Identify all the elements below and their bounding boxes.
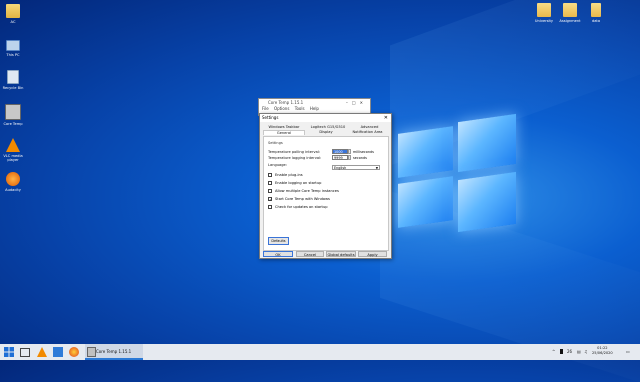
taskbar-app-label: Core Temp 1.15.1 bbox=[96, 349, 132, 354]
logging-interval-input[interactable]: 9999 bbox=[332, 155, 348, 160]
core-temp-icon bbox=[5, 104, 21, 120]
close-icon[interactable]: ✕ bbox=[384, 114, 388, 122]
taskbar-app-core-temp[interactable]: Core Temp 1.15.1 bbox=[85, 344, 143, 360]
desktop-icon-data[interactable]: data bbox=[583, 3, 609, 23]
desktop-icon-label: Assignment bbox=[559, 19, 581, 23]
language-label: Language: bbox=[268, 163, 287, 167]
dialog-title: Settings bbox=[262, 115, 279, 120]
enable-logging-checkbox[interactable] bbox=[268, 181, 272, 185]
start-with-windows-label: Start Core Temp with Windows bbox=[275, 197, 330, 201]
general-tab-panel: Settings Temperature polling interval: 1… bbox=[263, 136, 389, 251]
file-icon bbox=[591, 3, 601, 17]
task-view-icon[interactable] bbox=[20, 348, 30, 357]
menu-help[interactable]: Help bbox=[310, 106, 319, 111]
polling-unit-label: milliseconds bbox=[353, 150, 374, 154]
desktop-icon-label: data bbox=[591, 19, 601, 23]
ok-button[interactable]: OK bbox=[263, 251, 293, 257]
cancel-button[interactable]: Cancel bbox=[296, 251, 324, 257]
menu-bar: File Options Tools Help bbox=[259, 106, 370, 112]
recycle-bin-icon bbox=[7, 70, 19, 84]
menu-options[interactable]: Options bbox=[274, 106, 289, 111]
desktop-icon-audacity[interactable]: Audacity bbox=[0, 172, 26, 192]
desktop-icon-label: University bbox=[534, 19, 554, 23]
user-folder-icon bbox=[6, 4, 20, 18]
tab-notification-area[interactable]: Notification Area bbox=[347, 130, 388, 135]
clock[interactable]: 01:22 25/06/2020 bbox=[592, 346, 613, 356]
settings-group-label: Settings bbox=[268, 141, 283, 145]
desktop-icon-label: Core Temp bbox=[3, 122, 23, 126]
enable-plugins-label: Enable plug-ins bbox=[275, 173, 303, 177]
vlc-icon bbox=[6, 138, 20, 152]
photos-icon[interactable] bbox=[53, 347, 63, 357]
chevron-down-icon: ▼ bbox=[375, 166, 378, 170]
computer-icon bbox=[6, 40, 20, 51]
volume-icon[interactable]: ♫ bbox=[584, 349, 588, 354]
start-icon[interactable] bbox=[4, 347, 14, 357]
check-updates-label: Check for updates on startup bbox=[275, 205, 328, 209]
taskbar: Core Temp 1.15.1 ^ 26 ▤ ♫ 01:22 25/06/20… bbox=[0, 344, 640, 360]
menu-tools[interactable]: Tools bbox=[295, 106, 305, 111]
window-titlebar[interactable]: Core Temp 1.15.1 –□✕ bbox=[259, 99, 370, 106]
desktop-icon-university[interactable]: University bbox=[531, 3, 557, 23]
defaults-button[interactable]: Defaults bbox=[268, 237, 289, 245]
logging-unit-label: seconds bbox=[353, 156, 367, 160]
menu-file[interactable]: File bbox=[262, 106, 269, 111]
settings-dialog[interactable]: Settings ✕ Windows Taskbar Logitech G15/… bbox=[259, 113, 392, 259]
tab-display[interactable]: Display bbox=[305, 130, 347, 135]
desktop-icon-label: This PC bbox=[6, 53, 20, 57]
allow-multiple-instances-label: Allow multiple Core Temp instances bbox=[275, 189, 339, 193]
desktop-icon-label: Audacity bbox=[5, 188, 21, 192]
polling-interval-input[interactable]: 1000 bbox=[332, 149, 348, 154]
enable-logging-label: Enable logging on startup bbox=[275, 181, 322, 185]
notifications-icon[interactable]: ▭ bbox=[626, 349, 630, 354]
network-icon[interactable]: ▤ bbox=[577, 349, 581, 354]
windows-logo bbox=[398, 113, 516, 233]
tab-general[interactable]: General bbox=[263, 130, 305, 135]
tray-app-icon[interactable] bbox=[560, 349, 563, 354]
desktop-icon-this-pc[interactable]: This PC bbox=[0, 40, 26, 57]
global-defaults-button[interactable]: Global defaults bbox=[326, 251, 356, 257]
desktop-icon-label: AC bbox=[10, 20, 16, 24]
window-controls[interactable]: –□✕ bbox=[346, 99, 367, 106]
language-select[interactable]: English ▼ bbox=[332, 165, 380, 170]
desktop-icon-label: Recycle Bin bbox=[2, 86, 24, 90]
core-temp-icon bbox=[87, 347, 96, 357]
tab-row-bottom: General Display Notification Area bbox=[263, 130, 388, 135]
language-value: English bbox=[334, 166, 347, 170]
desktop-icon-vlc[interactable]: VLC media player bbox=[0, 138, 26, 162]
tray-temperature[interactable]: 26 bbox=[567, 349, 572, 354]
polling-interval-spinner[interactable] bbox=[348, 149, 351, 154]
audacity-icon bbox=[6, 172, 20, 186]
desktop-icon-core-temp[interactable]: Core Temp bbox=[0, 104, 26, 126]
dialog-titlebar[interactable]: Settings ✕ bbox=[260, 114, 391, 122]
folder-icon bbox=[563, 3, 577, 17]
allow-multiple-instances-checkbox[interactable] bbox=[268, 189, 272, 193]
start-with-windows-checkbox[interactable]: ✓ bbox=[268, 197, 272, 202]
folder-icon bbox=[537, 3, 551, 17]
vlc-taskbar-icon[interactable] bbox=[37, 347, 47, 357]
browser-icon[interactable] bbox=[69, 347, 79, 357]
desktop-icon-assignment[interactable]: Assignment bbox=[557, 3, 583, 23]
apply-button[interactable]: Apply bbox=[358, 251, 387, 257]
desktop-icon-recycle-bin[interactable]: Recycle Bin bbox=[0, 70, 26, 90]
desktop-icon-ac[interactable]: AC bbox=[0, 4, 26, 24]
logging-interval-label: Temperature logging interval: bbox=[268, 156, 322, 160]
enable-plugins-checkbox[interactable] bbox=[268, 173, 272, 177]
polling-interval-label: Temperature polling interval: bbox=[268, 150, 320, 154]
check-updates-checkbox[interactable] bbox=[268, 205, 272, 209]
chevron-up-icon[interactable]: ^ bbox=[552, 349, 555, 354]
window-title: Core Temp 1.15.1 bbox=[268, 100, 304, 105]
logging-interval-spinner[interactable] bbox=[348, 155, 351, 160]
clock-date: 25/06/2020 bbox=[592, 351, 613, 355]
desktop-icon-label: VLC media player bbox=[3, 154, 23, 162]
